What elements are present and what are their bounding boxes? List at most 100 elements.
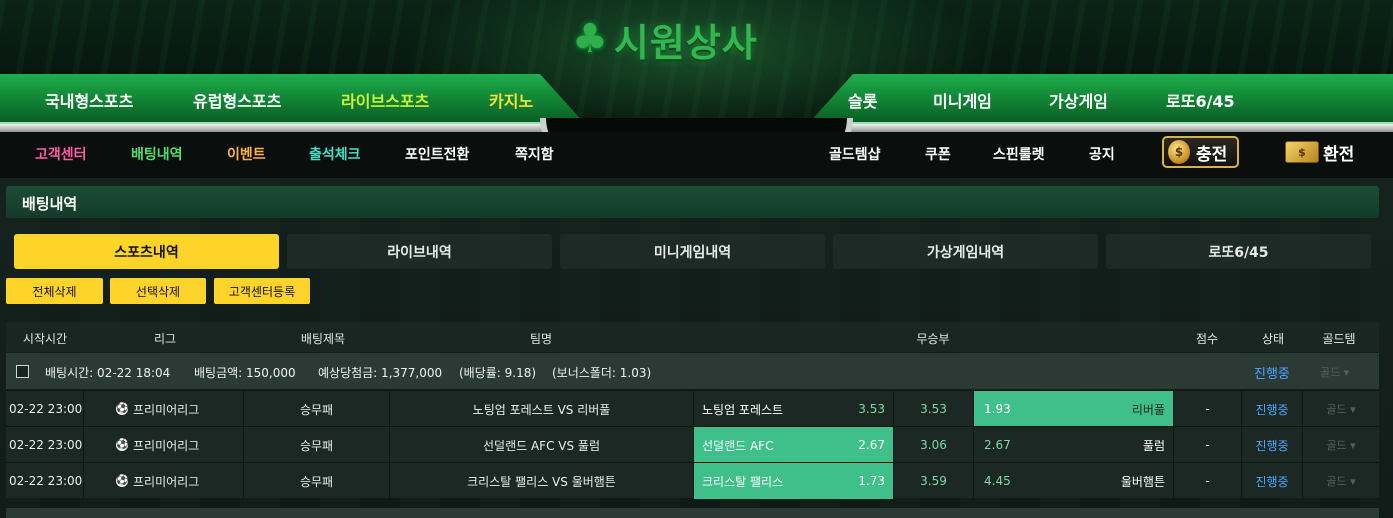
nav-notice[interactable]: 공지 (1089, 144, 1115, 164)
gold-item-select[interactable]: 골드 ▾ (1303, 463, 1379, 499)
score: - (1174, 463, 1242, 499)
league-name: 프리미어리그 (133, 474, 200, 489)
money-stack-icon: $ (1285, 141, 1319, 163)
nav-euro-sports[interactable]: 유럽형스포츠 (193, 88, 281, 112)
home-team: 선덜랜드 AFC (702, 438, 774, 453)
tab-sports-history[interactable]: 스포츠내역 (14, 234, 279, 269)
home-team: 노팅엄 포레스트 (702, 402, 784, 417)
home-odds: 1.73 (858, 474, 885, 488)
summary-bet-amount: 배팅금액: 150,000 (194, 366, 296, 380)
league-name: 프리미어리그 (133, 438, 200, 453)
exchange-label: 환전 (1323, 144, 1355, 165)
score: - (1174, 391, 1242, 427)
home-odds-button[interactable]: 선덜랜드 AFC 2.67 (694, 427, 894, 463)
soccer-ball-icon: ⚽ (116, 403, 129, 415)
charge-button[interactable]: $ 충전 (1162, 136, 1240, 168)
soccer-ball-icon: ⚽ (116, 439, 129, 451)
customer-center-register-button[interactable]: 고객센터등록 (214, 278, 310, 304)
page-title: 배팅내역 (6, 186, 1379, 218)
home-odds-button[interactable]: 노팅엄 포레스트 3.53 (694, 391, 894, 427)
nav-slot[interactable]: 슬롯 (848, 88, 877, 112)
gold-item-select[interactable]: 골드 ▾ (1320, 364, 1349, 380)
away-odds-button[interactable]: 4.45 울버햄튼 (974, 463, 1174, 499)
tab-virtual-history[interactable]: 가상게임내역 (833, 234, 1098, 269)
bet-title: 승무패 (244, 391, 390, 427)
gold-item-select[interactable]: 골드 ▾ (1303, 391, 1379, 427)
nav-event[interactable]: 이벤트 (227, 144, 266, 164)
nav-gold-shop[interactable]: 골드템샵 (829, 144, 881, 164)
score: - (1174, 427, 1242, 463)
tab-minigame-history[interactable]: 미니게임내역 (560, 234, 825, 269)
away-odds: 1.93 (984, 402, 1011, 416)
site-header: ♣ 시원상사 국내형스포츠 유럽형스포츠 라이브스포츠 카지노 슬롯 미니게임 … (0, 0, 1393, 178)
main-content: 배팅내역 스포츠내역 라이브내역 미니게임내역 가상게임내역 로또6/45 전체… (0, 178, 1393, 518)
th-score: 점수 (1195, 332, 1219, 346)
summary-expected-win: 예상당첨금: 1,377,000 (318, 366, 443, 380)
home-odds-button[interactable]: 크리스탈 팰리스 1.73 (694, 463, 894, 499)
nav-casino[interactable]: 카지노 (489, 88, 533, 112)
th-team-name: 팀명 (529, 332, 553, 346)
gold-item-select[interactable]: 골드 ▾ (1303, 427, 1379, 463)
draw-odds-button[interactable]: 3.53 (894, 391, 974, 427)
away-odds-button[interactable]: 1.93 리버풀 (974, 391, 1174, 427)
table-header: 시작시간 리그 배팅제목 팀명 무승부 점수 상태 골드템 (6, 322, 1379, 352)
home-team: 크리스탈 팰리스 (702, 474, 784, 489)
th-gold-item: 골드템 (1322, 332, 1356, 346)
delete-all-button[interactable]: 전체삭제 (6, 278, 103, 304)
bet-title: 승무패 (244, 427, 390, 463)
match-name: 크리스탈 팰리스 VS 울버햄튼 (390, 463, 694, 499)
soccer-ball-icon: ⚽ (116, 475, 129, 487)
bet-summary-row: 배팅시간: 02-22 18:04 배팅금액: 150,000 예상당첨금: 1… (6, 353, 1379, 389)
nav-live-sports[interactable]: 라이브스포츠 (341, 88, 429, 112)
th-status: 상태 (1261, 332, 1285, 346)
league-cell: ⚽ 프리미어리그 (84, 427, 244, 463)
table-row: 02-22 23:00 ⚽ 프리미어리그 승무패 크리스탈 팰리스 VS 울버햄… (6, 462, 1379, 499)
summary-bet-time: 배팅시간: 02-22 18:04 (45, 366, 171, 380)
status-badge[interactable]: 진행중 (1242, 463, 1303, 499)
league-cell: ⚽ 프리미어리그 (84, 463, 244, 499)
tab-live-history[interactable]: 라이브내역 (287, 234, 552, 269)
th-league: 리그 (153, 332, 177, 346)
next-summary-row (6, 508, 1379, 518)
nav-virtual-game[interactable]: 가상게임 (1049, 88, 1108, 112)
site-logo[interactable]: ♣ 시원상사 (572, 14, 758, 65)
status-badge[interactable]: 진행중 (1254, 363, 1290, 382)
nav-spin-roulette[interactable]: 스핀룰렛 (993, 144, 1045, 164)
table-row: 02-22 23:00 ⚽ 프리미어리그 승무패 선덜랜드 AFC VS 풀럼 … (6, 426, 1379, 463)
summary-bonus: (보너스폴더: 1.03) (552, 366, 652, 380)
match-name: 노팅엄 포레스트 VS 리버풀 (390, 391, 694, 427)
status-badge[interactable]: 진행중 (1242, 427, 1303, 463)
home-odds: 2.67 (858, 438, 885, 452)
nav-message-box[interactable]: 쪽지함 (515, 144, 554, 164)
away-team: 울버햄튼 (1120, 474, 1165, 489)
start-time: 02-22 23:00 (6, 463, 84, 499)
away-odds: 4.45 (984, 474, 1011, 488)
nav-lotto[interactable]: 로또6/45 (1166, 88, 1235, 112)
exchange-button[interactable]: $ 환전 (1285, 136, 1365, 168)
clover-icon: ♣ (572, 16, 608, 62)
delete-selected-button[interactable]: 선택삭제 (110, 278, 206, 304)
nav-point-exchange[interactable]: 포인트전환 (405, 144, 469, 164)
nav-attendance[interactable]: 출석체크 (309, 144, 361, 164)
nav-minigame[interactable]: 미니게임 (933, 88, 992, 112)
main-nav: 국내형스포츠 유럽형스포츠 라이브스포츠 카지노 슬롯 미니게임 가상게임 로또… (0, 74, 1393, 124)
league-cell: ⚽ 프리미어리그 (84, 391, 244, 427)
league-name: 프리미어리그 (133, 402, 200, 417)
away-team: 리버풀 (1131, 402, 1165, 417)
away-odds-button[interactable]: 2.67 풀럼 (974, 427, 1174, 463)
draw-odds-button[interactable]: 3.59 (894, 463, 974, 499)
nav-customer-center[interactable]: 고객센터 (35, 144, 87, 164)
tab-lotto-history[interactable]: 로또6/45 (1106, 234, 1371, 269)
status-badge[interactable]: 진행중 (1242, 391, 1303, 427)
charge-label: 충전 (1196, 144, 1228, 165)
select-checkbox[interactable] (16, 365, 29, 378)
nav-bet-history[interactable]: 배팅내역 (131, 144, 183, 164)
draw-odds-button[interactable]: 3.06 (894, 427, 974, 463)
nav-domestic-sports[interactable]: 국내형스포츠 (45, 88, 133, 112)
table-row: 02-22 23:00 ⚽ 프리미어리그 승무패 노팅엄 포레스트 VS 리버풀… (6, 390, 1379, 427)
bet-title: 승무패 (244, 463, 390, 499)
match-name: 선덜랜드 AFC VS 풀럼 (390, 427, 694, 463)
away-team: 풀럼 (1142, 438, 1165, 453)
th-bet-title: 배팅제목 (300, 332, 346, 346)
nav-coupon[interactable]: 쿠폰 (925, 144, 951, 164)
